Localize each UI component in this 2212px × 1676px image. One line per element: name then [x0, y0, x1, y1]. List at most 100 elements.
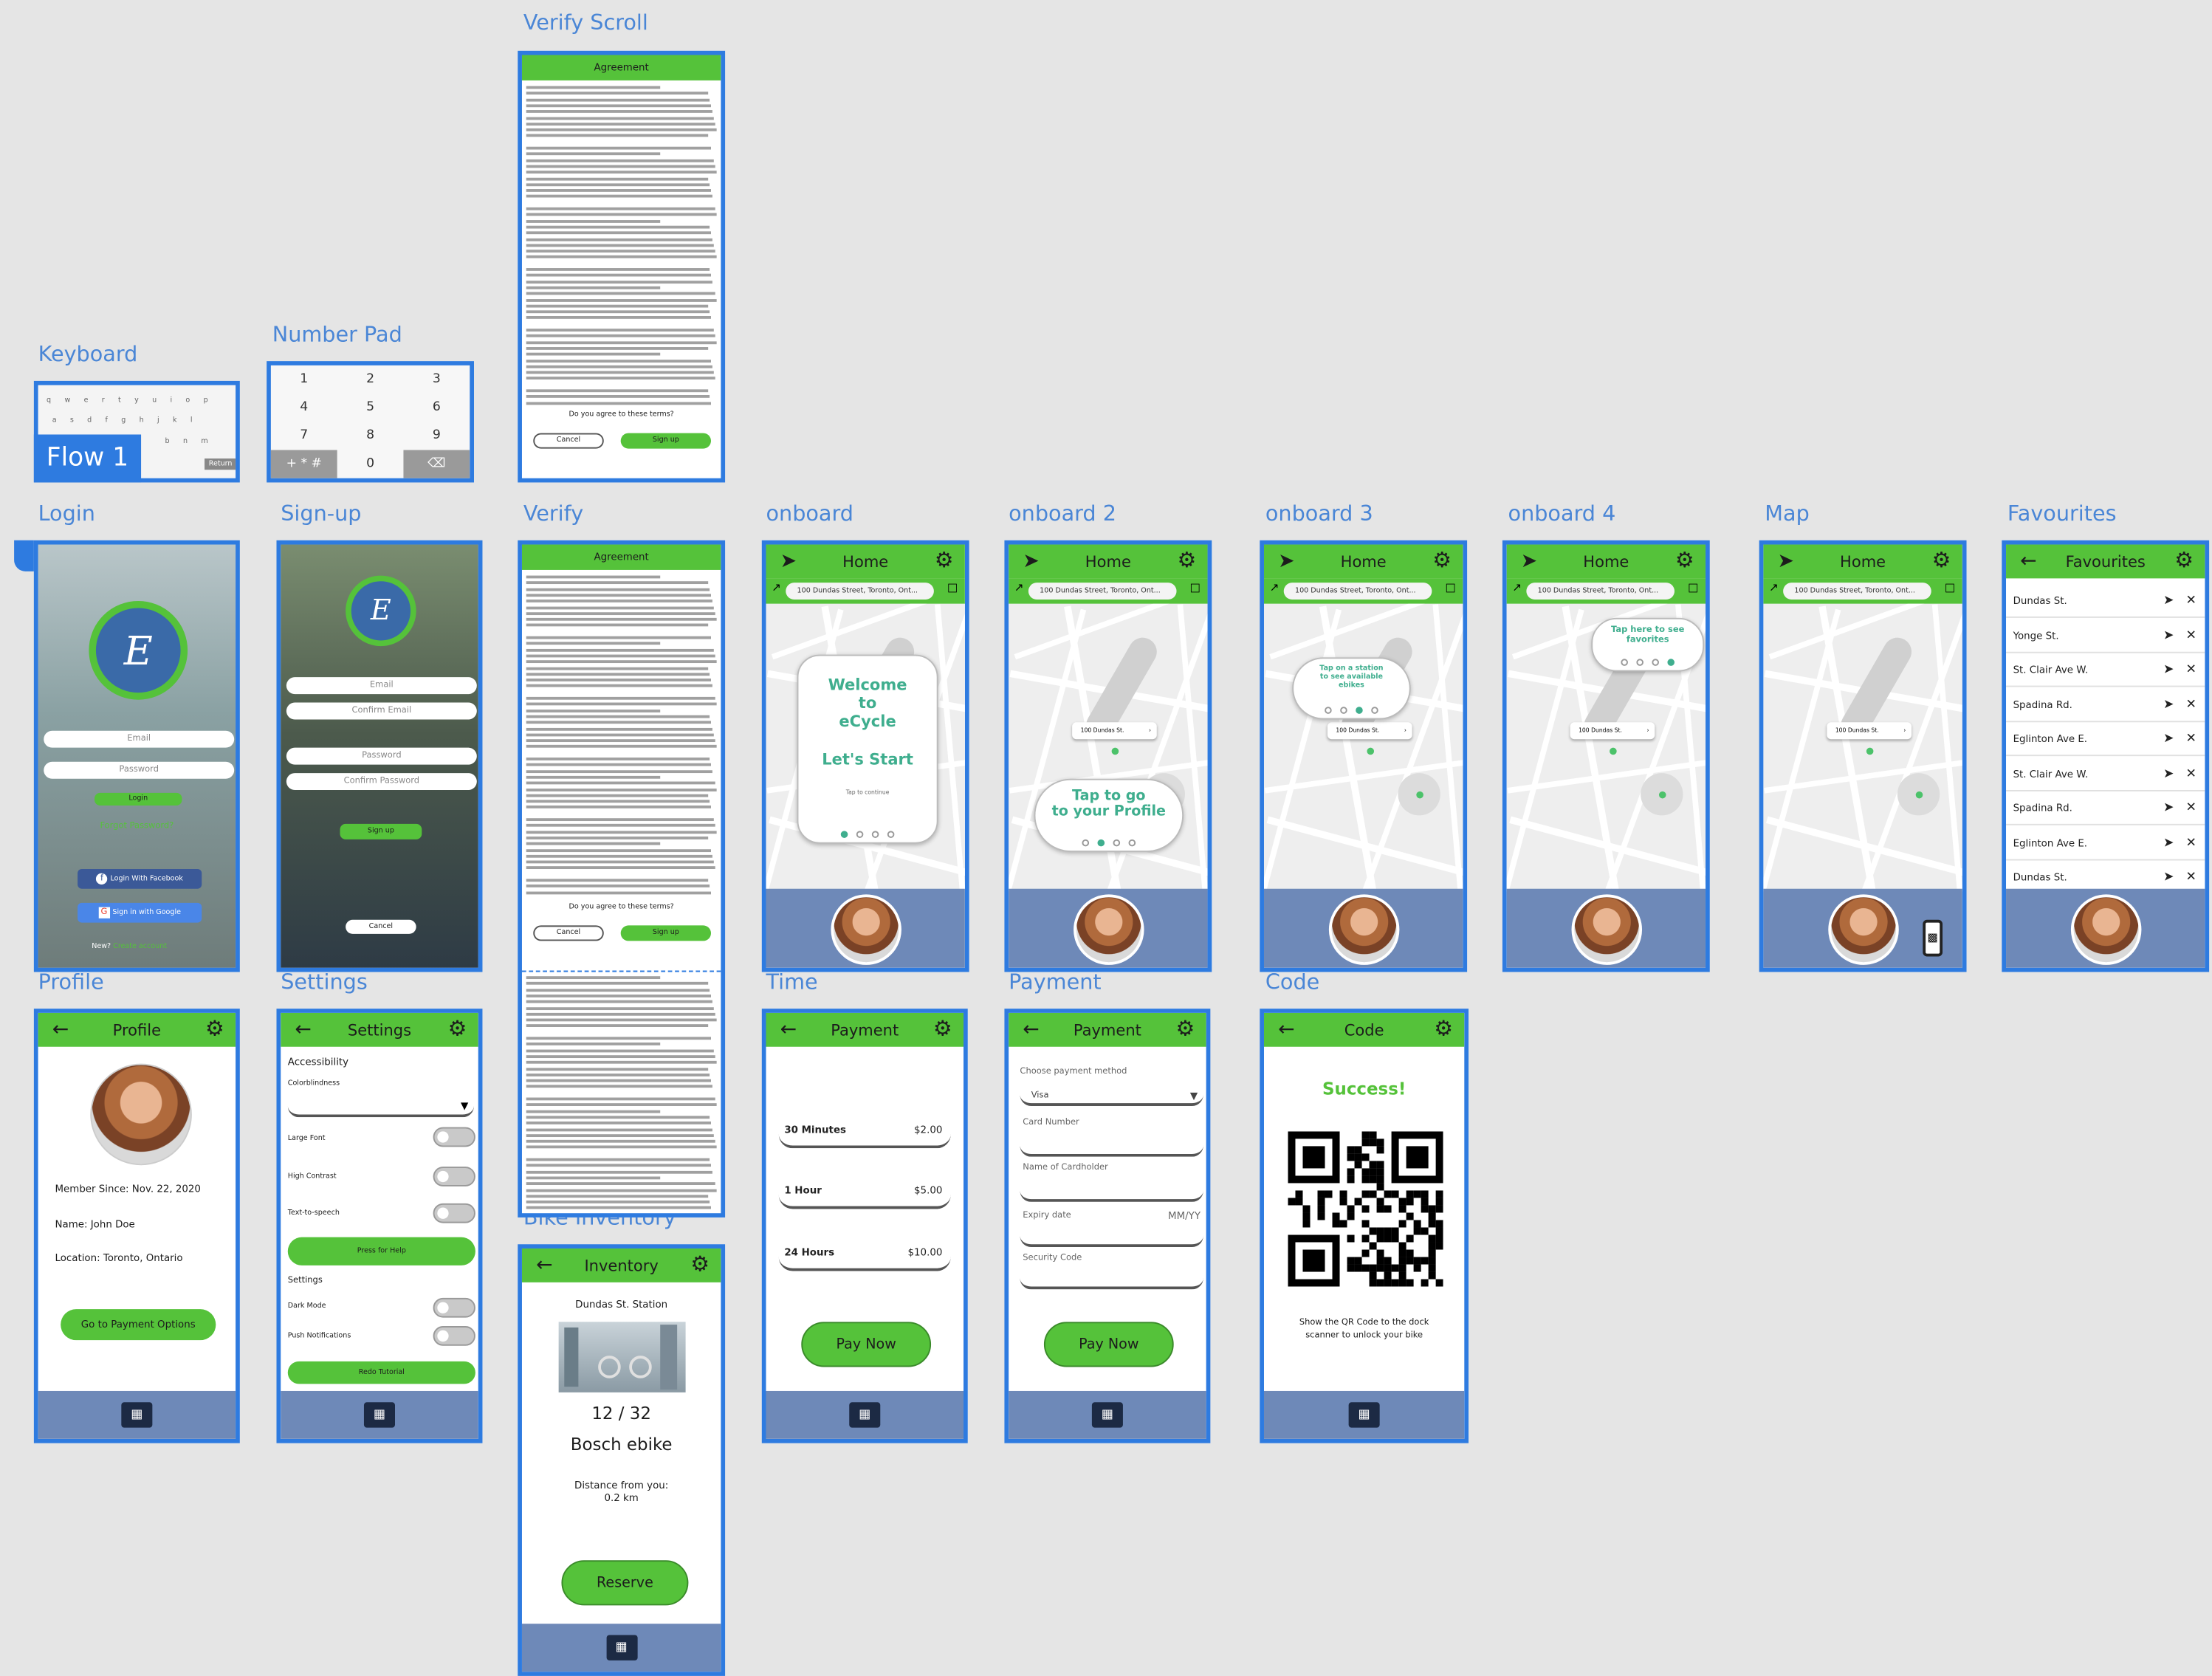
signup-button[interactable]: Sign up [340, 823, 422, 839]
navigation-arrow-icon[interactable]: ➤ [1278, 549, 1294, 574]
map-view[interactable]: Welcome to eCycle Let's Start Tap to continu… [766, 603, 965, 892]
favourite-item[interactable]: St. Clair Ave W. ➤ ✕ [2006, 757, 2205, 791]
navigation-arrow-icon[interactable]: ➤ [780, 549, 797, 574]
pin-icon[interactable]: ↗ [772, 581, 781, 594]
close-icon[interactable]: ✕ [2186, 584, 2196, 618]
station-pin[interactable] [1416, 791, 1423, 799]
pin-icon[interactable]: ↗ [1014, 581, 1024, 594]
station-pin[interactable] [1866, 747, 1874, 755]
navigation-arrow-icon[interactable]: ➤ [2163, 584, 2174, 618]
bookmark-icon[interactable]: □ [1688, 581, 1698, 594]
welcome-bubble[interactable]: Welcome to eCycle Let's Start Tap to continu… [797, 654, 938, 844]
keyboard-row-1[interactable]: q w e r t y u i o p [47, 396, 213, 405]
agreement-signup-button[interactable]: Sign up [620, 925, 711, 941]
close-icon[interactable]: ✕ [2186, 653, 2196, 687]
large-font-toggle[interactable] [433, 1127, 475, 1147]
signup-confirm-password-field[interactable]: Confirm Password [286, 773, 477, 790]
home-icon[interactable]: ▦ [605, 1635, 637, 1660]
keyboard-return-key[interactable]: Return [205, 458, 236, 470]
frame-label-code[interactable]: Code [1265, 969, 1319, 995]
map-view[interactable]: 100 Dundas St. › Tap on a station to see av… [1263, 603, 1463, 892]
pay-now-button[interactable]: Pay Now [801, 1322, 932, 1367]
login-button[interactable]: Login [95, 792, 182, 806]
bookmark-icon[interactable]: □ [947, 581, 958, 594]
verify-scroll-frame[interactable]: Agreement Do you agree to these terms? C… [518, 50, 726, 483]
frame-label-map[interactable]: Map [1765, 501, 1809, 526]
back-arrow-icon[interactable]: ← [52, 1017, 69, 1043]
time-option-24hours[interactable]: 24 Hours $10.00 [778, 1243, 951, 1271]
flow-badge[interactable]: Flow 1 [33, 434, 142, 483]
home-icon[interactable]: ▦ [1091, 1402, 1123, 1428]
address-input[interactable]: 100 Dundas Street, Toronto, Ont... [1283, 583, 1432, 600]
frame-label-profile[interactable]: Profile [38, 969, 104, 995]
favourite-item[interactable]: St. Clair Ave W. ➤ ✕ [2006, 653, 2205, 687]
gear-icon[interactable]: ⚙ [1675, 547, 1694, 572]
login-email-field[interactable]: Email [44, 730, 235, 748]
gear-icon[interactable]: ⚙ [1434, 1016, 1453, 1041]
bookmark-icon[interactable]: □ [1190, 581, 1201, 594]
back-arrow-icon[interactable]: ← [780, 1017, 797, 1043]
profile-frame[interactable]: ← Profile ⚙ Member Since: Nov. 22, 2020 … [33, 1009, 240, 1443]
avatar[interactable] [1327, 894, 1399, 965]
station-tip-bubble[interactable]: Tap on a station to see available ebikes [1292, 657, 1411, 720]
avatar[interactable] [830, 894, 901, 965]
agreement-signup-button[interactable]: Sign up [620, 433, 711, 449]
time-option-1hour[interactable]: 1 Hour $5.00 [778, 1181, 951, 1209]
onboard-frame[interactable]: ➤ Home ⚙ ↗ 100 Dundas Street, Toronto, Ont..… [761, 540, 969, 972]
navigation-arrow-icon[interactable]: ➤ [2163, 653, 2174, 687]
station-marker[interactable]: 100 Dundas St. › [1570, 722, 1655, 740]
gear-icon[interactable]: ⚙ [448, 1016, 467, 1041]
card-number-field[interactable]: Card Number [1020, 1117, 1203, 1157]
favourites-frame[interactable]: ← Favourites ⚙ Dundas St. ➤ ✕ Yonge St. ➤ ✕ St… [2002, 540, 2210, 972]
navigation-arrow-icon[interactable]: ➤ [2163, 619, 2174, 653]
favourite-item[interactable]: Eglinton Ave E. ➤ ✕ [2006, 722, 2205, 757]
numpad-key[interactable]: 7 [271, 422, 337, 450]
home-icon[interactable]: ▦ [849, 1402, 881, 1428]
dark-mode-toggle[interactable] [433, 1297, 475, 1318]
onboard-4-frame[interactable]: ➤ Home ⚙ ↗ 100 Dundas Street, Toronto, Ont..… [1502, 540, 1710, 972]
frame-label-onboard-2[interactable]: onboard 2 [1009, 501, 1116, 526]
profile-avatar[interactable] [90, 1063, 192, 1166]
back-arrow-icon[interactable]: ← [295, 1017, 311, 1043]
numpad-key[interactable]: 6 [403, 394, 470, 422]
favourite-item[interactable]: Eglinton Ave E. ➤ ✕ [2006, 826, 2205, 860]
address-input[interactable]: 100 Dundas Street, Toronto, Ont... [1526, 583, 1675, 600]
time-option-30min[interactable]: 30 Minutes $2.00 [778, 1120, 951, 1149]
gear-icon[interactable]: ⚙ [1932, 547, 1951, 572]
close-icon[interactable]: ✕ [2186, 722, 2196, 756]
gear-icon[interactable]: ⚙ [935, 547, 954, 572]
signup-email-field[interactable]: Email [286, 677, 477, 695]
frame-label-payment[interactable]: Payment [1009, 969, 1101, 995]
numpad-key[interactable]: 9 [403, 422, 470, 450]
gear-icon[interactable]: ⚙ [205, 1016, 224, 1041]
reserve-button[interactable]: Reserve [561, 1560, 689, 1606]
home-icon[interactable]: ▦ [363, 1402, 395, 1428]
qr-code-icon[interactable]: ▩ [1923, 919, 1943, 957]
navigation-arrow-icon[interactable]: ➤ [1023, 549, 1039, 574]
numpad-key[interactable]: 2 [337, 365, 404, 394]
login-frame[interactable]: E Email Password Login Forgot Password? … [33, 540, 240, 972]
numpad-key[interactable]: ⌫ [403, 450, 470, 478]
favourite-item[interactable]: Dundas St. ➤ ✕ [2006, 584, 2205, 618]
address-input[interactable]: 100 Dundas Street, Toronto, Ont... [1783, 583, 1931, 600]
navigation-arrow-icon[interactable]: ➤ [2163, 826, 2174, 860]
push-notifications-toggle[interactable] [433, 1326, 475, 1346]
station-pin[interactable] [1610, 747, 1617, 755]
create-account-link[interactable]: Create account [113, 942, 167, 950]
navigation-arrow-icon[interactable]: ➤ [2163, 791, 2174, 825]
station-pin[interactable] [1658, 791, 1666, 799]
favourite-item[interactable]: Spadina Rd. ➤ ✕ [2006, 687, 2205, 722]
close-icon[interactable]: ✕ [2186, 619, 2196, 653]
gear-icon[interactable]: ⚙ [1178, 547, 1197, 572]
gear-icon[interactable]: ⚙ [690, 1251, 710, 1277]
redo-tutorial-button[interactable]: Redo Tutorial [287, 1361, 475, 1384]
tts-toggle[interactable] [433, 1203, 475, 1223]
pin-icon[interactable]: ↗ [1270, 581, 1280, 594]
frame-label-login[interactable]: Login [38, 501, 95, 526]
map-view[interactable]: 100 Dundas St. › [1763, 603, 1962, 892]
navigation-arrow-icon[interactable]: ➤ [2163, 757, 2174, 791]
numpad-key[interactable]: 3 [403, 365, 470, 394]
frame-label-onboard-3[interactable]: onboard 3 [1265, 501, 1373, 526]
numpad-key[interactable]: 8 [337, 422, 404, 450]
help-button[interactable]: Press for Help [287, 1237, 475, 1265]
